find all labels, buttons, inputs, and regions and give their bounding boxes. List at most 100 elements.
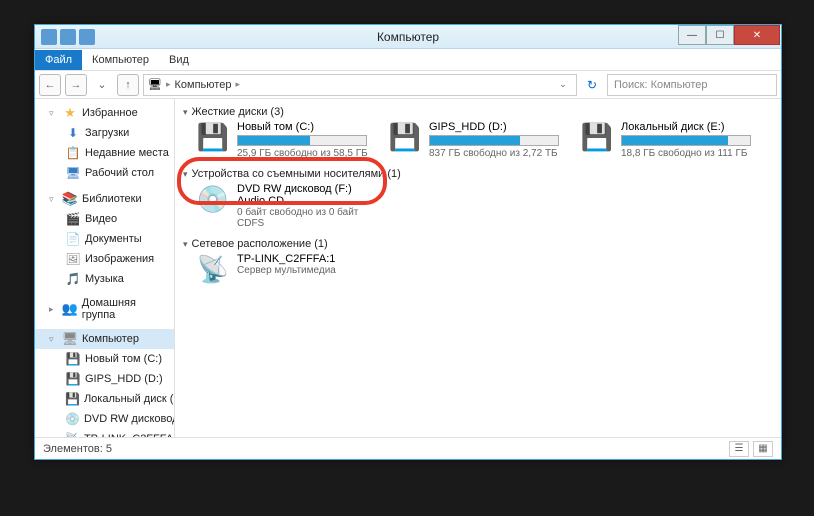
chevron-down-icon: ▿ (49, 108, 58, 119)
item-icon: 📄 (65, 231, 81, 247)
sidebar-item[interactable]: 💾 GIPS_HDD (D:) (35, 369, 174, 389)
quick-access-toolbar (35, 29, 95, 45)
sidebar-item[interactable]: 💿 DVD RW дисковод (35, 409, 174, 429)
drive-freespace: 0 байт свободно из 0 байт (237, 207, 377, 218)
sidebar-computer-header[interactable]: ▿ 🖥 Компьютер (35, 329, 174, 349)
qat-icon[interactable] (41, 29, 57, 45)
sidebar-item[interactable]: 🖥 Рабочий стол (35, 163, 174, 183)
forward-button[interactable]: → (65, 74, 87, 96)
drive-name: Новый том (C:) (237, 121, 368, 133)
sidebar-item[interactable]: 📋Недавние места (35, 143, 174, 163)
drive-item[interactable]: 📡 TP-LINK_C2FFFA:1 Сервер мультимедиа (197, 253, 377, 285)
item-label: DVD RW дисковод (84, 413, 174, 425)
item-label: Изображения (85, 253, 154, 265)
up-button[interactable]: ↑ (117, 74, 139, 96)
item-icon: ⬇ (65, 125, 81, 141)
tab-file[interactable]: Файл (35, 50, 82, 70)
recent-dropdown[interactable]: ⌄ (91, 74, 113, 96)
section-header-network[interactable]: ▾ Сетевое расположение (1) (183, 235, 773, 253)
sidebar-item[interactable]: 💾 Локальный диск (E:) (35, 389, 174, 409)
item-icon: 📡 (65, 431, 80, 437)
drive-icon: 📡 (197, 253, 229, 285)
sidebar-item[interactable]: 🎬Видео (35, 209, 174, 229)
section-header-removable[interactable]: ▾ Устройства со съемными носителями (1) (183, 165, 773, 183)
tab-view[interactable]: Вид (159, 50, 199, 70)
sidebar-item[interactable]: 🖼 Изображения (35, 249, 174, 269)
drive-freespace: 837 ГБ свободно из 2,72 ТБ (429, 148, 559, 159)
item-icon: 💾 (65, 371, 81, 387)
tab-computer[interactable]: Компьютер (82, 50, 159, 70)
view-details-button[interactable]: ☰ (729, 441, 749, 457)
sidebar-item[interactable]: 🎵 Музыка (35, 269, 174, 289)
maximize-button[interactable]: ☐ (706, 25, 734, 45)
computer-icon: 🖥 (148, 78, 162, 91)
chevron-down-icon: ▾ (183, 169, 188, 180)
drive-freespace: 18,8 ГБ свободно из 111 ГБ (621, 148, 751, 159)
drive-icon: 💾 (197, 121, 229, 153)
homegroup-icon: 👥 (62, 301, 78, 317)
navigation-pane: ▿ ★ Избранное ⬇Загрузки📋Недавние места 🖥 Р… (35, 99, 175, 437)
drive-name: TP-LINK_C2FFFA:1 (237, 253, 336, 265)
sidebar-item[interactable]: 📡 TP-LINK_C2FFFA:1 (35, 429, 174, 437)
usage-bar (621, 135, 751, 146)
item-icon: 💾 (65, 391, 80, 407)
content-pane: ▾ Жесткие диски (3) 💾 Новый том (C:) 25,… (175, 99, 781, 437)
star-icon: ★ (62, 105, 78, 121)
ribbon-tabs: Файл Компьютер Вид (35, 49, 781, 71)
drive-icon: 💾 (389, 121, 421, 153)
drive-name: Локальный диск (E:) (621, 121, 751, 133)
item-icon: 💿 (65, 411, 80, 427)
drive-item[interactable]: 💾 Локальный диск (E:) 18,8 ГБ свободно и… (581, 121, 761, 159)
address-bar[interactable]: 🖥 ▸ Компьютер ▸ ⌄ (143, 74, 577, 96)
drive-fs: CDFS (237, 218, 377, 229)
drive-name: GIPS_HDD (D:) (429, 121, 559, 133)
close-button[interactable]: ✕ (734, 25, 780, 45)
titlebar: Компьютер — ☐ ✕ (35, 25, 781, 49)
library-icon: 📚 (62, 191, 78, 207)
section-header-hdd[interactable]: ▾ Жесткие диски (3) (183, 103, 773, 121)
status-text: Элементов: 5 (43, 443, 112, 455)
usage-bar (429, 135, 559, 146)
address-bar-row: ← → ⌄ ↑ 🖥 ▸ Компьютер ▸ ⌄ ↻ Поиск: Компь… (35, 71, 781, 99)
qat-icon[interactable] (79, 29, 95, 45)
item-label: TP-LINK_C2FFFA:1 (84, 433, 174, 437)
refresh-button[interactable]: ↻ (581, 74, 603, 96)
back-button[interactable]: ← (39, 74, 61, 96)
window-title: Компьютер (377, 30, 439, 44)
sidebar-favorites-header[interactable]: ▿ ★ Избранное (35, 103, 174, 123)
drive-freespace: 25,9 ГБ свободно из 58,5 ГБ (237, 148, 368, 159)
chevron-down-icon: ▿ (49, 334, 58, 345)
item-label: Новый том (C:) (85, 353, 162, 365)
item-icon: 🎵 (65, 271, 81, 287)
explorer-window: Компьютер — ☐ ✕ Файл Компьютер Вид ← → ⌄… (34, 24, 782, 460)
drive-item[interactable]: 💾 GIPS_HDD (D:) 837 ГБ свободно из 2,72 … (389, 121, 569, 159)
item-icon: 🖼 (65, 251, 81, 267)
address-dropdown[interactable]: ⌄ (554, 79, 572, 90)
item-label: Документы (85, 233, 142, 245)
chevron-right-icon: ▸ (235, 79, 240, 90)
chevron-right-icon: ▸ (166, 79, 171, 90)
chevron-right-icon: ▸ (49, 304, 58, 315)
drive-item[interactable]: 💾 Новый том (C:) 25,9 ГБ свободно из 58,… (197, 121, 377, 159)
item-label: Рабочий стол (85, 167, 154, 179)
chevron-down-icon: ▾ (183, 239, 188, 250)
drive-item[interactable]: 💿 DVD RW дисковод (F:) Audio CD 0 байт с… (197, 183, 377, 229)
item-label: GIPS_HDD (D:) (85, 373, 163, 385)
view-tiles-button[interactable]: ▦ (753, 441, 773, 457)
sidebar-homegroup-header[interactable]: ▸ 👥 Домашняя группа (35, 295, 174, 323)
item-label: Недавние места (85, 147, 169, 159)
item-label: Видео (85, 213, 117, 225)
item-label: Локальный диск (E:) (84, 393, 174, 405)
item-icon: 🖥 (65, 165, 81, 181)
breadcrumb-segment[interactable]: Компьютер (175, 79, 232, 91)
qat-icon[interactable] (60, 29, 76, 45)
chevron-down-icon: ▿ (49, 194, 58, 205)
sidebar-libraries-header[interactable]: ▿ 📚 Библиотеки (35, 189, 174, 209)
minimize-button[interactable]: — (678, 25, 706, 45)
sidebar-item[interactable]: 📄 Документы (35, 229, 174, 249)
sidebar-item[interactable]: ⬇Загрузки (35, 123, 174, 143)
sidebar-item[interactable]: 💾Новый том (C:) (35, 349, 174, 369)
item-label: Музыка (85, 273, 124, 285)
drive-icon: 💾 (581, 121, 613, 153)
search-input[interactable]: Поиск: Компьютер (607, 74, 777, 96)
